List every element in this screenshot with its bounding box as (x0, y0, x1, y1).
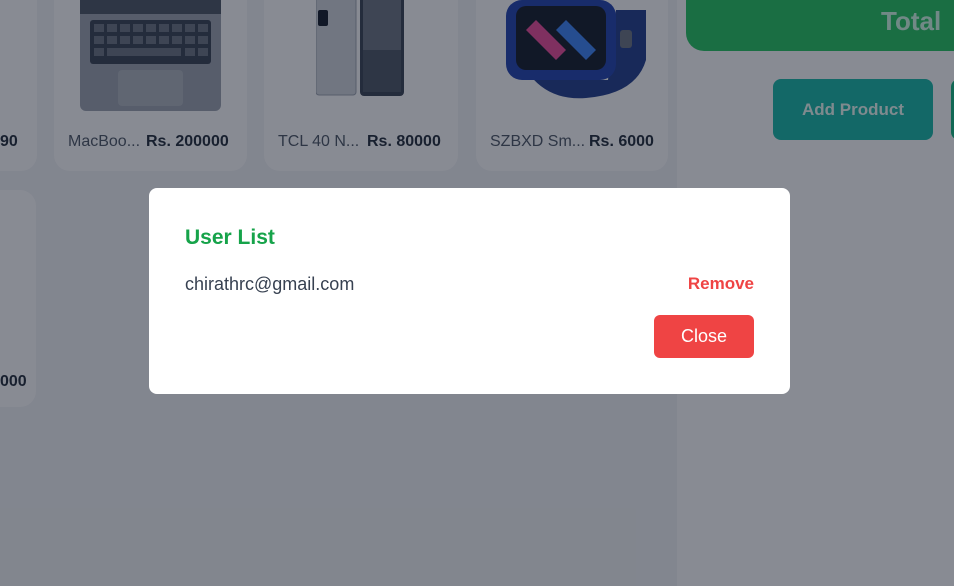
modal-title: User List (185, 226, 275, 249)
user-list-modal: User List chirathrc@gmail.com Remove Clo… (149, 188, 790, 394)
user-email: chirathrc@gmail.com (185, 274, 355, 294)
close-modal-button[interactable]: Close (654, 315, 754, 358)
remove-user-button[interactable]: Remove (688, 274, 754, 294)
